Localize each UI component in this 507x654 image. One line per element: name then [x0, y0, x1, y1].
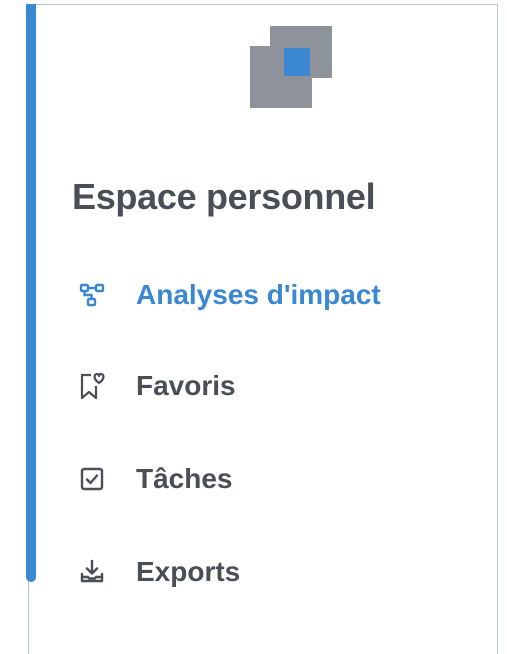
sidebar-item-label: Exports: [136, 556, 241, 587]
sidebar-item-favoris[interactable]: Favoris: [78, 366, 236, 406]
bookmark-heart-icon: [78, 372, 106, 400]
section-title: Espace personnel: [72, 176, 376, 217]
download-tray-icon: [78, 558, 106, 586]
sidebar-item-analyses-impact[interactable]: Analyses d'impact: [78, 275, 381, 315]
sidebar-item-exports[interactable]: Exports: [78, 552, 240, 592]
sidebar-item-taches[interactable]: Tâches: [78, 459, 233, 499]
sidebar-accent-bar: [26, 4, 36, 582]
sidebar-item-label: Tâches: [136, 463, 233, 494]
checkbox-icon: [78, 465, 106, 493]
sidebar-item-label: Analyses d'impact: [136, 279, 381, 310]
flowchart-icon: [78, 281, 106, 309]
sidebar-item-label: Favoris: [136, 370, 236, 401]
app-logo: [250, 26, 334, 110]
